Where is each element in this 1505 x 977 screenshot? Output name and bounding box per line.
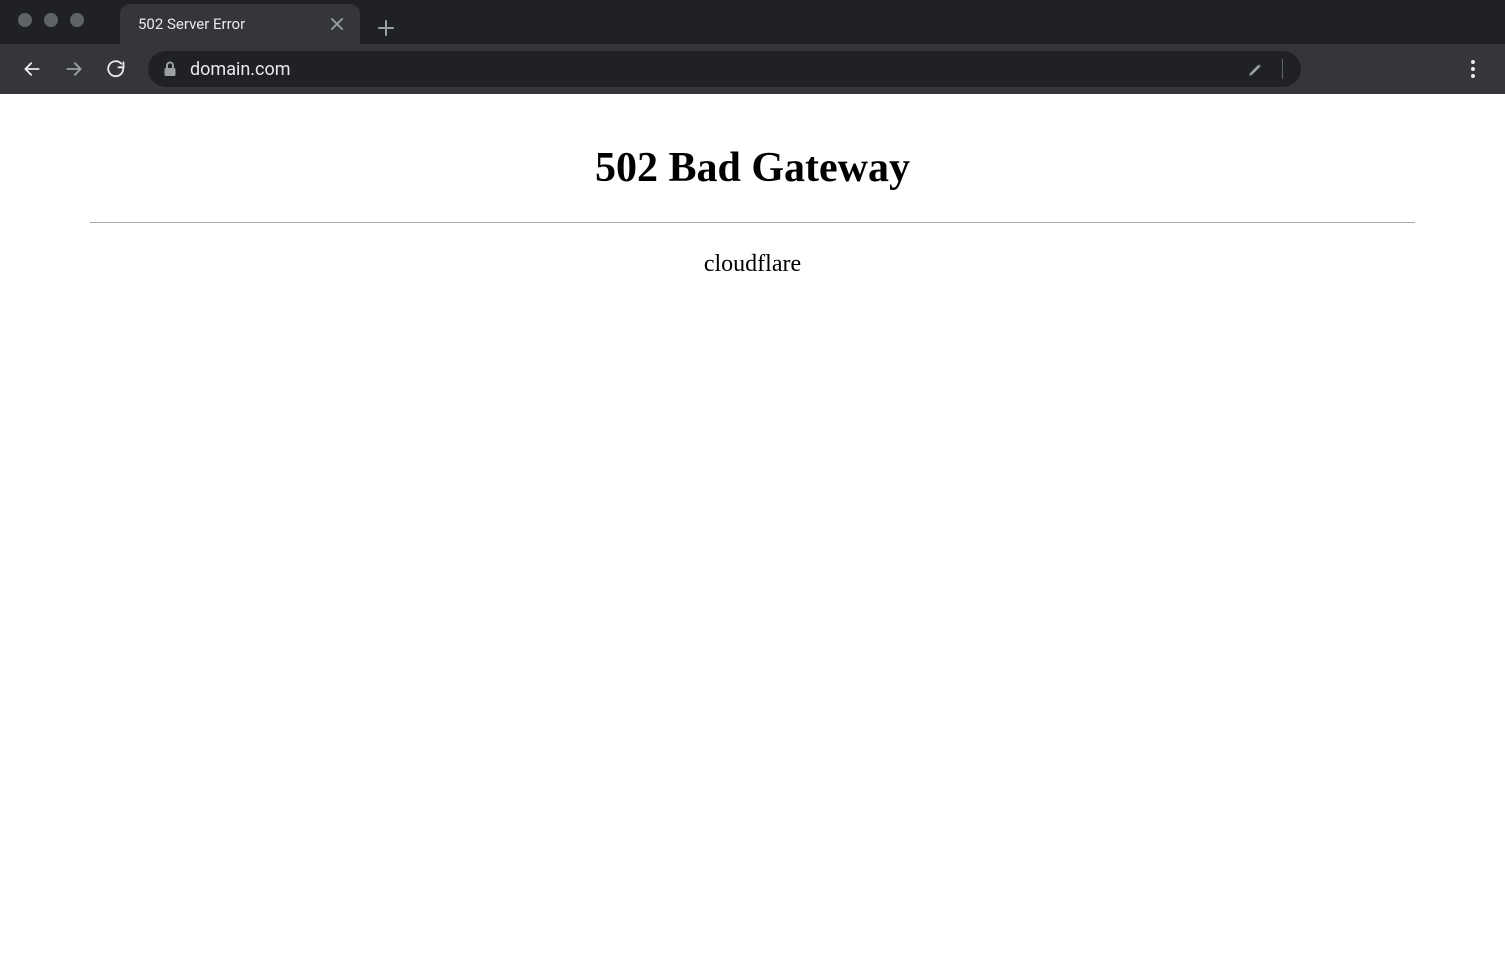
reload-button[interactable] xyxy=(98,51,134,87)
forward-button[interactable] xyxy=(56,51,92,87)
plus-icon xyxy=(378,20,394,36)
close-tab-button[interactable] xyxy=(328,15,346,33)
error-divider xyxy=(90,222,1415,223)
edit-icon[interactable] xyxy=(1246,59,1266,79)
lock-icon xyxy=(162,61,178,77)
address-bar[interactable]: domain.com xyxy=(148,51,1301,87)
browser-menu-button[interactable] xyxy=(1455,51,1491,87)
arrow-left-icon xyxy=(22,59,42,79)
url-text: domain.com xyxy=(190,59,1234,80)
window-minimize-button[interactable] xyxy=(44,13,58,27)
window-close-button[interactable] xyxy=(18,13,32,27)
close-icon xyxy=(331,18,343,30)
page-content: 502 Bad Gateway cloudflare xyxy=(0,94,1505,328)
back-button[interactable] xyxy=(14,51,50,87)
tab-title: 502 Server Error xyxy=(138,15,318,33)
error-heading: 502 Bad Gateway xyxy=(90,144,1415,192)
arrow-right-icon xyxy=(64,59,84,79)
browser-chrome: 502 Server Error xyxy=(0,0,1505,94)
browser-toolbar: domain.com xyxy=(0,44,1505,94)
new-tab-button[interactable] xyxy=(370,12,402,44)
reload-icon xyxy=(106,59,126,79)
tab-strip: 502 Server Error xyxy=(0,0,1505,44)
window-maximize-button[interactable] xyxy=(70,13,84,27)
kebab-menu-icon xyxy=(1471,60,1475,78)
error-server-name: cloudflare xyxy=(90,251,1415,278)
browser-tab[interactable]: 502 Server Error xyxy=(120,4,360,44)
omnibox-divider xyxy=(1282,59,1283,79)
